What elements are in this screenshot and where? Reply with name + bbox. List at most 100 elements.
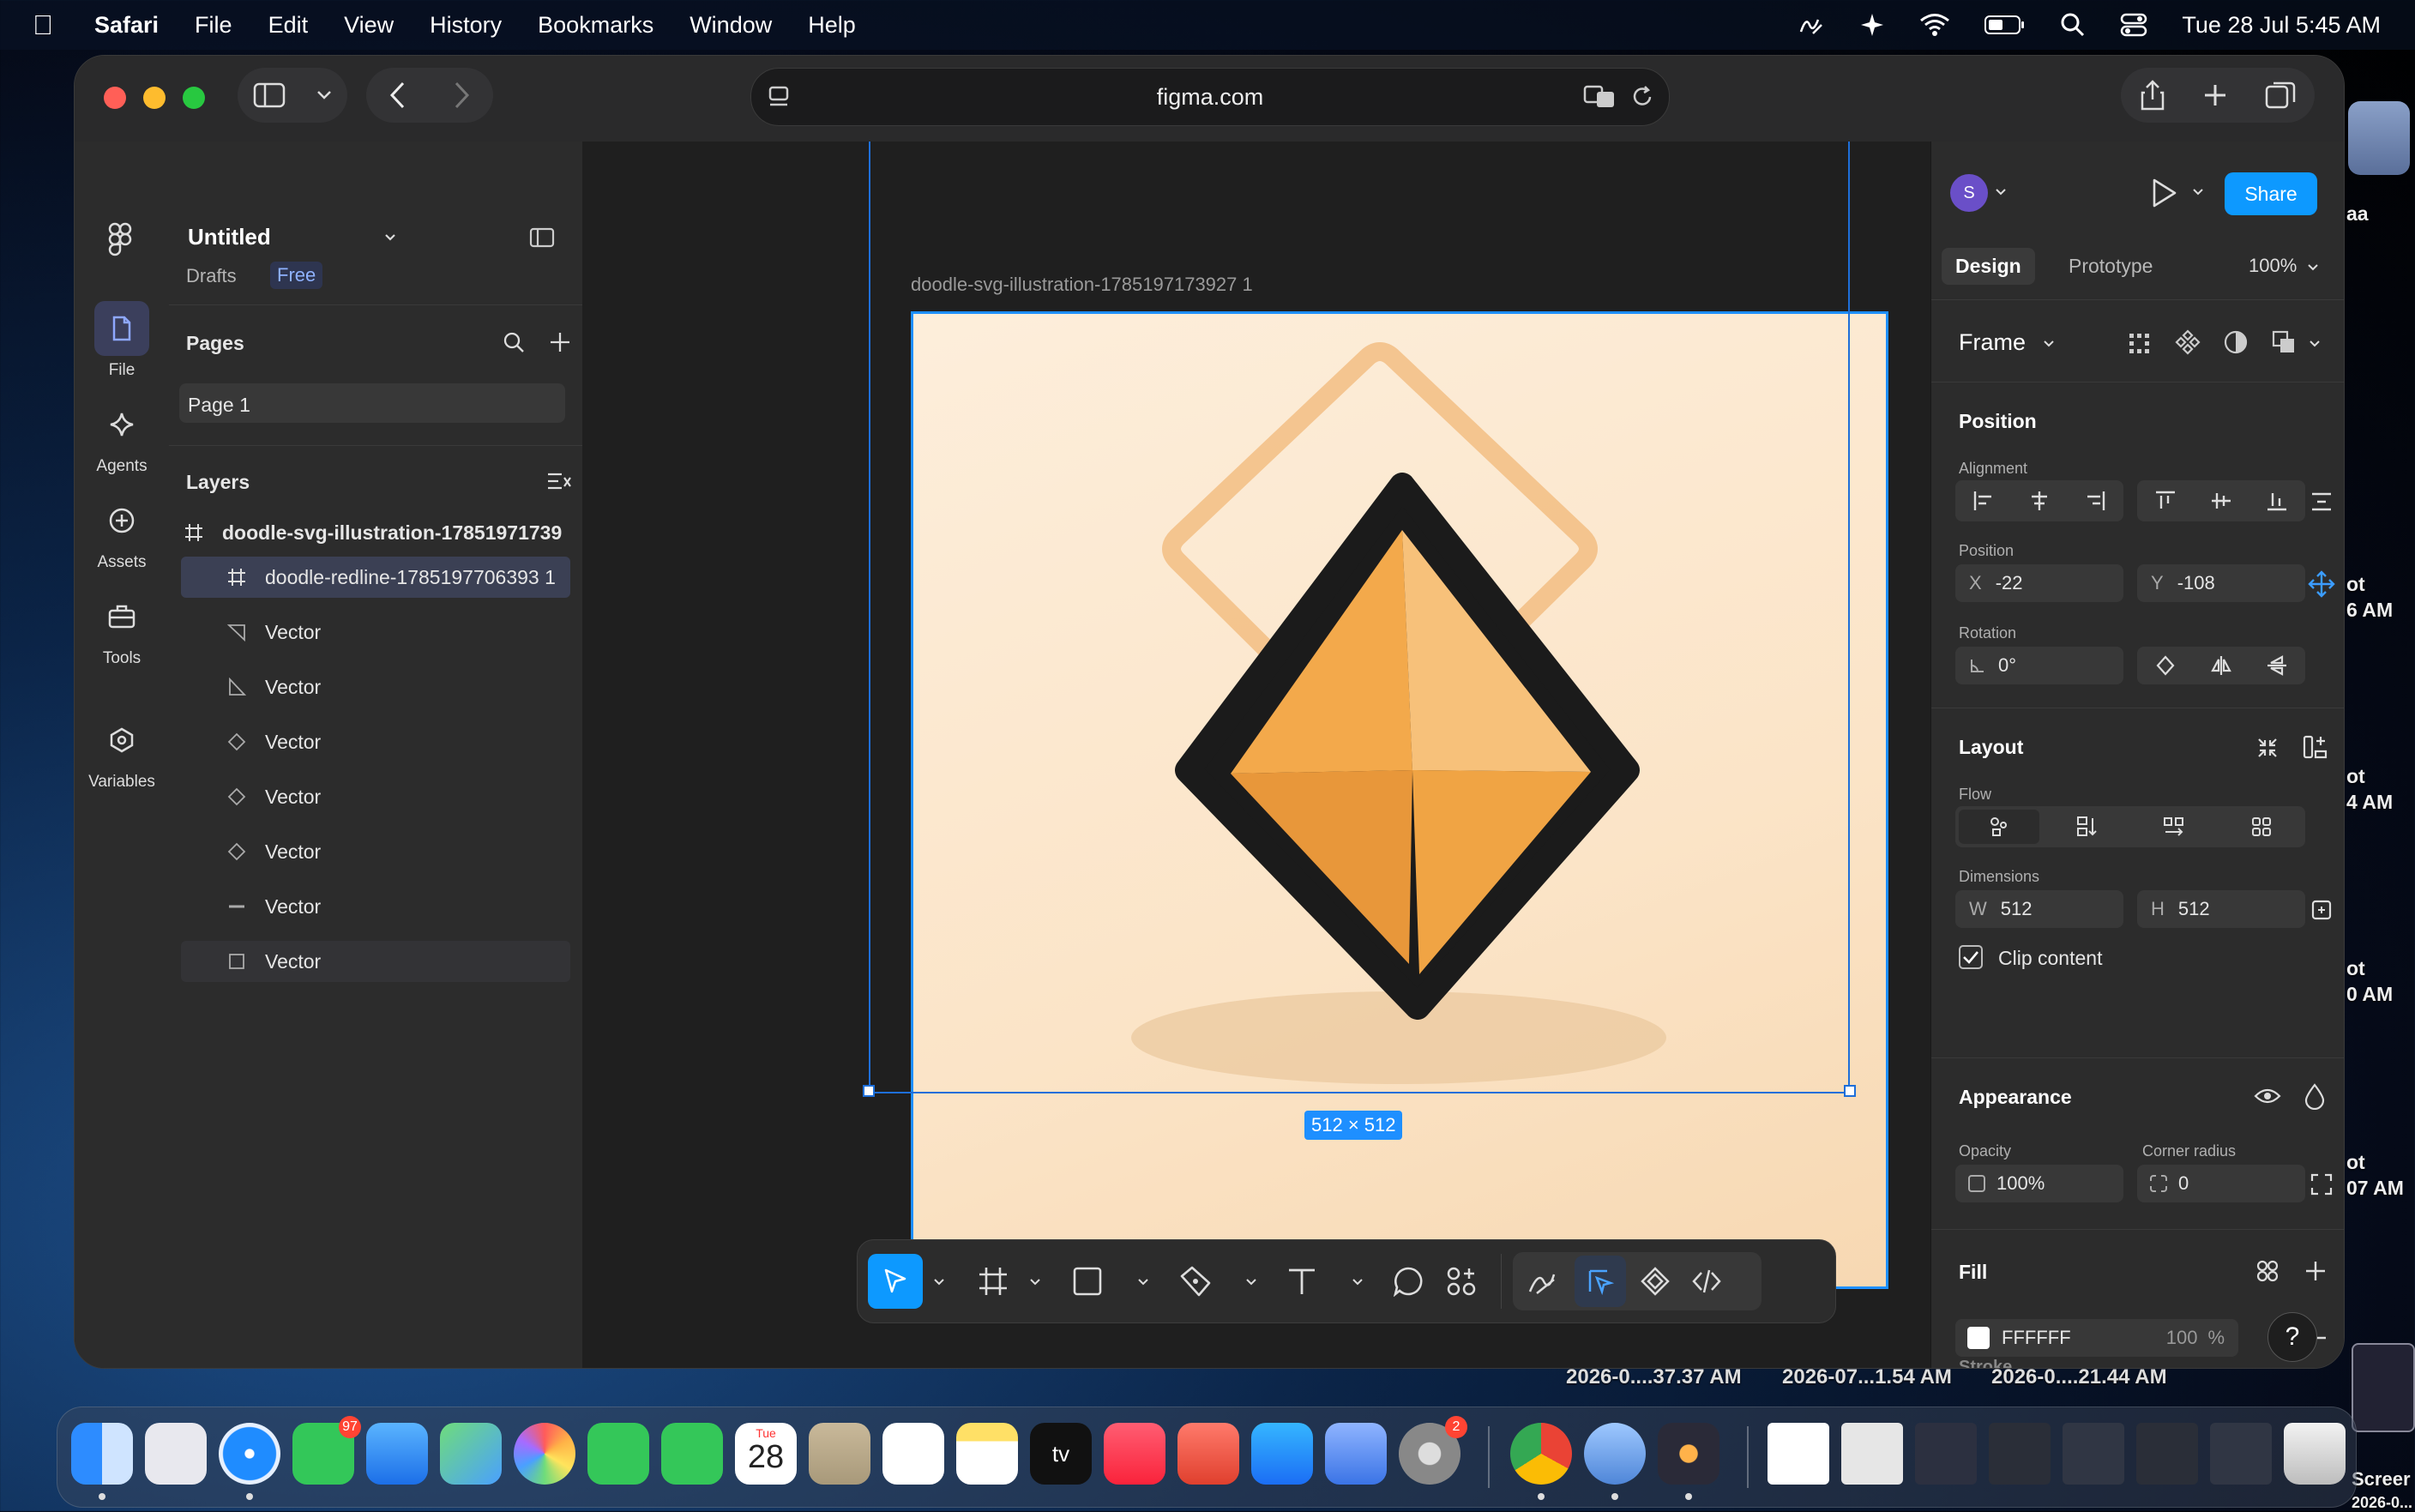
text-tool-icon[interactable] xyxy=(1286,1266,1317,1297)
corner-radius-field[interactable]: 0 xyxy=(2137,1165,2305,1202)
wifi-icon[interactable] xyxy=(1919,13,1950,37)
clip-content-checkbox[interactable] xyxy=(1959,945,1983,969)
share-button[interactable]: Share xyxy=(2225,172,2317,215)
width-field[interactable]: W 512 xyxy=(1955,890,2123,928)
chevron-down-icon[interactable] xyxy=(1352,1278,1364,1286)
layer-vector[interactable]: Vector xyxy=(224,721,617,762)
fill-swatch[interactable] xyxy=(1967,1327,1990,1349)
chrome-icon[interactable] xyxy=(1510,1423,1572,1485)
simulator-icon[interactable] xyxy=(1325,1423,1387,1485)
messages-icon[interactable]: 97 xyxy=(292,1416,361,1485)
file-name[interactable]: Untitled xyxy=(188,224,271,250)
recent-doc-4[interactable] xyxy=(1989,1423,2051,1485)
align-right-icon[interactable] xyxy=(2084,490,2106,512)
battery-icon[interactable] xyxy=(1984,14,2026,36)
search-pages-icon[interactable] xyxy=(502,330,526,354)
present-chevron-icon[interactable] xyxy=(2192,188,2204,196)
visibility-eye-icon[interactable] xyxy=(2254,1084,2281,1108)
flip-horizontal-icon[interactable] xyxy=(2210,654,2232,677)
independent-corners-icon[interactable] xyxy=(2310,1173,2333,1196)
notes-icon[interactable] xyxy=(956,1423,1018,1485)
recent-doc-5[interactable] xyxy=(2063,1423,2124,1485)
draw-mode-icon[interactable] xyxy=(1527,1266,1557,1297)
dev-mode-icon[interactable] xyxy=(1691,1266,1722,1297)
rectangle-tool-icon[interactable] xyxy=(1072,1266,1103,1297)
menu-edit[interactable]: Edit xyxy=(268,12,309,39)
move-tool-button[interactable] xyxy=(868,1254,923,1309)
finder-icon[interactable] xyxy=(71,1423,133,1485)
zoom-level[interactable]: 100% xyxy=(2249,255,2297,277)
trash-icon[interactable] xyxy=(2284,1423,2346,1485)
layer-vector[interactable]: Vector xyxy=(224,831,617,872)
help-button[interactable]: ? xyxy=(2267,1312,2317,1362)
contacts-icon[interactable] xyxy=(809,1423,870,1485)
layer-vector[interactable]: Vector xyxy=(224,886,617,927)
panel-toggle-icon[interactable] xyxy=(529,227,555,248)
resize-handle-bottom-left[interactable] xyxy=(863,1085,875,1097)
layers-filter-icon[interactable] xyxy=(546,471,572,493)
align-center-h-icon[interactable] xyxy=(2028,490,2051,512)
share-icon[interactable] xyxy=(2140,79,2165,111)
rail-tools[interactable]: Tools xyxy=(75,589,169,668)
desktop-screenshot-thumb[interactable] xyxy=(2352,1343,2415,1432)
flow-vertical-icon[interactable] xyxy=(2075,816,2098,838)
desktop-screenshot-3[interactable]: 2026-0....21.44 AM xyxy=(1991,1365,2167,1389)
apple-tv-icon[interactable]: tv xyxy=(1030,1423,1092,1485)
menu-file[interactable]: File xyxy=(195,12,232,39)
recent-doc-2[interactable] xyxy=(1841,1423,1903,1485)
calendar-icon[interactable]: Tue 28 xyxy=(735,1423,797,1485)
photos-icon[interactable] xyxy=(514,1423,575,1485)
pen-tool-icon[interactable] xyxy=(1178,1264,1213,1298)
tab-overview-icon[interactable] xyxy=(2265,80,2296,111)
page-item-1[interactable]: Page 1 xyxy=(179,383,565,423)
back-icon[interactable] xyxy=(388,81,407,110)
recent-doc-3[interactable] xyxy=(1915,1423,1977,1485)
figma-logo-icon[interactable] xyxy=(107,222,133,256)
flip-vertical-icon[interactable] xyxy=(2266,654,2288,677)
recent-doc-1[interactable] xyxy=(1768,1423,1829,1485)
layer-vector[interactable]: Vector xyxy=(224,776,617,817)
rail-variables[interactable]: Variables xyxy=(75,713,169,792)
apple-menu-icon[interactable]:  xyxy=(33,9,53,41)
selection-box[interactable] xyxy=(869,142,1850,1093)
figma-app-icon[interactable] xyxy=(1658,1423,1719,1485)
menu-view[interactable]: View xyxy=(344,12,394,39)
collapse-icon[interactable] xyxy=(2255,736,2279,760)
auto-layout-icon[interactable] xyxy=(2302,734,2328,760)
forward-icon[interactable] xyxy=(452,81,471,110)
music-icon[interactable] xyxy=(1104,1423,1165,1485)
present-play-icon[interactable] xyxy=(2151,178,2178,208)
layer-vector[interactable]: Vector xyxy=(224,611,617,653)
align-middle-v-icon[interactable] xyxy=(2210,490,2232,512)
add-page-icon[interactable] xyxy=(548,330,572,354)
boolean-icon[interactable] xyxy=(2271,329,2297,355)
menu-window[interactable]: Window xyxy=(690,12,772,39)
menu-app-name[interactable]: Safari xyxy=(94,12,159,39)
layer-frame-root[interactable]: doodle-svg-illustration-17851971739 xyxy=(181,512,574,553)
avatar-chevron-icon[interactable] xyxy=(1995,188,2007,196)
layer-vector[interactable]: Vector xyxy=(224,666,617,708)
chevron-down-icon[interactable] xyxy=(2309,340,2321,348)
layer-frame-redline[interactable]: doodle-redline-1785197706393 1 xyxy=(181,557,570,598)
address-bar[interactable]: figma.com xyxy=(750,68,1670,126)
rotate-90-icon[interactable] xyxy=(2154,654,2177,677)
rail-assets[interactable]: Assets xyxy=(75,493,169,572)
reminders-icon[interactable] xyxy=(882,1423,944,1485)
x-position-field[interactable]: X -22 xyxy=(1955,564,2123,602)
chevron-down-icon[interactable] xyxy=(1245,1278,1257,1286)
y-position-field[interactable]: Y -108 xyxy=(2137,564,2305,602)
frame-tool-icon[interactable] xyxy=(978,1266,1009,1297)
menu-help[interactable]: Help xyxy=(808,12,856,39)
menu-history[interactable]: History xyxy=(430,12,502,39)
translate-icon[interactable] xyxy=(1583,84,1617,110)
grid-select-icon[interactable] xyxy=(2127,331,2151,355)
app-store-icon[interactable] xyxy=(1251,1423,1313,1485)
close-window-button[interactable] xyxy=(104,87,126,109)
component-icon[interactable] xyxy=(2175,329,2201,355)
system-settings-icon[interactable]: 2 xyxy=(1399,1416,1467,1485)
zoom-window-button[interactable] xyxy=(183,87,205,109)
safari-icon[interactable] xyxy=(219,1423,280,1485)
launchpad-icon[interactable] xyxy=(145,1423,207,1485)
opacity-field[interactable]: 100% xyxy=(1955,1165,2123,1202)
rail-agents[interactable]: Agents xyxy=(75,397,169,476)
